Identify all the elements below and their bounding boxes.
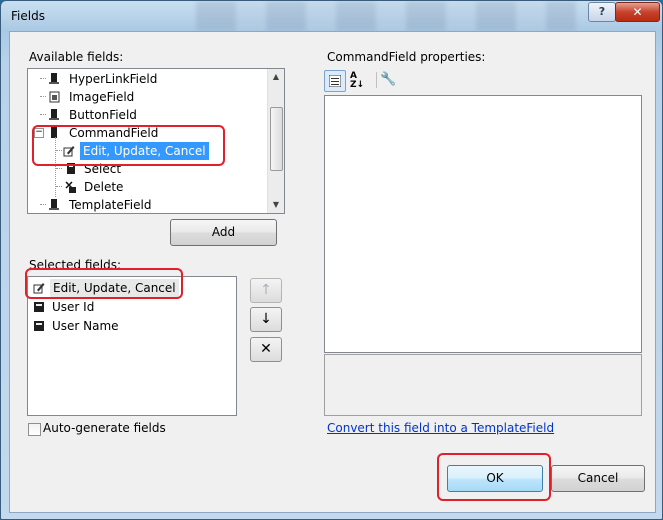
- dialog-title: Fields: [11, 9, 45, 23]
- image-field-icon: [49, 91, 60, 103]
- property-description-pane: [324, 354, 642, 416]
- arrow-down-icon: ↓: [260, 311, 272, 327]
- properties-toolbar: A Z↓: [324, 70, 378, 92]
- button-field-icon: [49, 109, 59, 120]
- template-field-icon: [49, 199, 59, 210]
- scroll-thumb[interactable]: [270, 107, 283, 171]
- available-fields-label: Available fields:: [29, 50, 124, 64]
- categorized-icon: [329, 75, 341, 87]
- delete-x-icon: [65, 181, 76, 193]
- property-pages-wrench-icon[interactable]: 🔧: [380, 72, 396, 87]
- remove-field-button[interactable]: ✕: [250, 337, 282, 362]
- dialog-body: Available fields: HyperLinkField ImageFi…: [9, 31, 656, 513]
- move-down-button[interactable]: ↓: [250, 307, 282, 332]
- annotation-outline-ok: [437, 453, 551, 501]
- bound-field-icon: [34, 302, 44, 312]
- categorized-view-button[interactable]: [324, 70, 346, 92]
- close-button[interactable]: ✕: [615, 2, 660, 22]
- scroll-down-arrow-icon[interactable]: ▼: [268, 197, 284, 213]
- convert-templatefield-link[interactable]: Convert this field into a TemplateField: [327, 421, 554, 435]
- property-grid[interactable]: [324, 95, 642, 353]
- move-up-button[interactable]: ↑: [250, 278, 282, 303]
- properties-label: CommandField properties:: [327, 50, 486, 64]
- annotation-outline-available: [32, 125, 225, 166]
- delete-x-icon: ✕: [260, 341, 272, 357]
- autogenerate-label: Auto-generate fields: [43, 421, 166, 435]
- title-bar: Fields ? ✕: [1, 1, 662, 31]
- cancel-button[interactable]: Cancel: [551, 465, 645, 492]
- help-button[interactable]: ?: [588, 2, 616, 22]
- arrow-up-icon: ↑: [260, 282, 272, 298]
- autogenerate-checkbox[interactable]: [28, 423, 41, 436]
- add-button[interactable]: Add: [170, 219, 277, 246]
- hyperlink-field-icon: [49, 73, 59, 84]
- annotation-outline-selected: [25, 268, 183, 299]
- bound-field-icon: [34, 321, 44, 331]
- scroll-up-arrow-icon[interactable]: ▲: [268, 69, 284, 85]
- background-window-ghost: [196, 1, 576, 31]
- fields-dialog: Fields ? ✕ Available fields: HyperLinkFi…: [0, 0, 663, 520]
- available-fields-scrollbar[interactable]: ▲ ▼: [267, 69, 284, 213]
- alphabetical-sort-icon[interactable]: A Z↓: [350, 72, 368, 90]
- toolbar-divider: [376, 72, 377, 88]
